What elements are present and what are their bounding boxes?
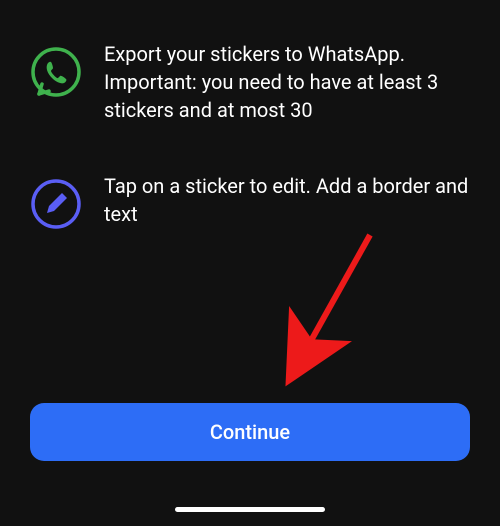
- edit-info-text: Tap on a sticker to edit. Add a border a…: [104, 172, 470, 228]
- edit-info-row: Tap on a sticker to edit. Add a border a…: [30, 172, 470, 230]
- whatsapp-icon: [30, 46, 82, 98]
- home-indicator[interactable]: [175, 507, 325, 512]
- edit-icon: [30, 178, 82, 230]
- onboarding-content: Export your stickers to WhatsApp. Import…: [0, 0, 500, 230]
- annotation-arrow: [275, 220, 395, 390]
- whatsapp-info-row: Export your stickers to WhatsApp. Import…: [30, 40, 470, 124]
- continue-button[interactable]: Continue: [30, 403, 470, 461]
- whatsapp-info-text: Export your stickers to WhatsApp. Import…: [104, 40, 470, 124]
